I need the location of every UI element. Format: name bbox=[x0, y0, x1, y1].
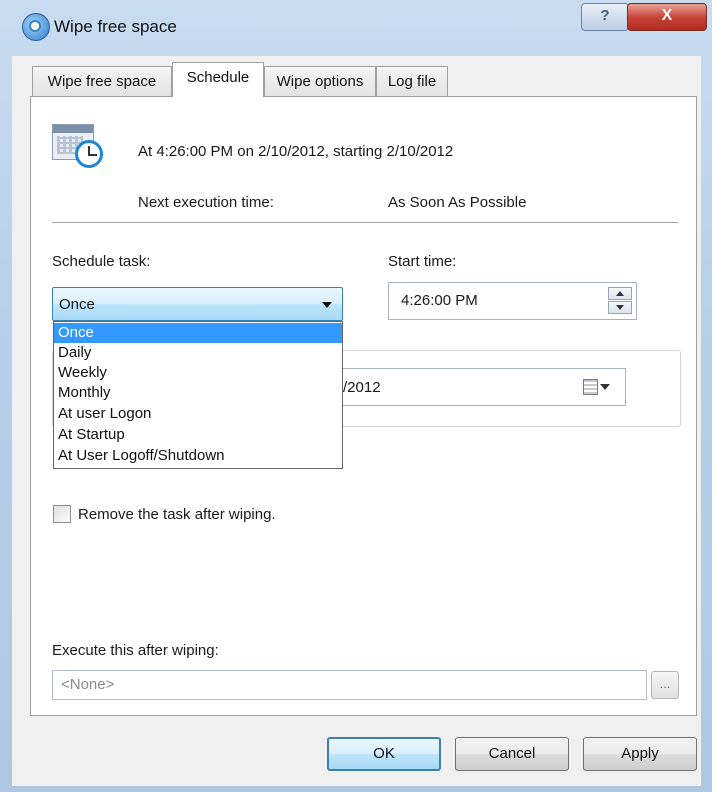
clock-icon bbox=[75, 140, 103, 168]
dropdown-option-at-startup[interactable]: At Startup bbox=[54, 425, 342, 445]
tab-wipe-free-space[interactable]: Wipe free space bbox=[32, 66, 172, 96]
dropdown-option-at-user-logoff[interactable]: At User Logoff/Shutdown bbox=[54, 446, 342, 466]
dropdown-option-at-user-logon[interactable]: At user Logon bbox=[54, 404, 342, 424]
next-execution-label: Next execution time: bbox=[138, 194, 274, 211]
start-time-value: 4:26:00 PM bbox=[401, 292, 478, 309]
next-execution-value: As Soon As Possible bbox=[388, 194, 527, 211]
dropdown-option-monthly[interactable]: Monthly bbox=[54, 383, 342, 403]
spin-down-icon[interactable] bbox=[608, 301, 632, 314]
start-time-spinner[interactable] bbox=[608, 287, 632, 315]
title-bar[interactable]: Wipe free space ? X bbox=[0, 0, 712, 56]
dropdown-option-weekly[interactable]: Weekly bbox=[54, 363, 342, 383]
spin-up-icon[interactable] bbox=[608, 287, 632, 300]
tab-log-file[interactable]: Log file bbox=[376, 66, 448, 96]
browse-button[interactable]: ... bbox=[651, 671, 679, 699]
start-date-picker[interactable]: /2012 bbox=[330, 368, 626, 406]
start-date-value: /2012 bbox=[343, 379, 381, 396]
ok-button[interactable]: OK bbox=[327, 737, 441, 771]
help-button[interactable]: ? bbox=[581, 3, 629, 31]
start-time-input[interactable]: 4:26:00 PM bbox=[388, 282, 637, 320]
execute-after-placeholder: <None> bbox=[61, 676, 115, 693]
separator bbox=[52, 222, 678, 223]
dropdown-option-once[interactable]: Once bbox=[54, 323, 342, 343]
dropdown-option-daily[interactable]: Daily bbox=[54, 343, 342, 363]
chevron-down-icon[interactable] bbox=[322, 302, 332, 308]
cancel-button[interactable]: Cancel bbox=[455, 737, 569, 771]
schedule-task-dropdown-list: Once Daily Weekly Monthly At user Logon … bbox=[53, 321, 343, 469]
tab-wipe-options[interactable]: Wipe options bbox=[264, 66, 376, 96]
schedule-task-combobox[interactable]: Once bbox=[52, 287, 343, 321]
app-icon bbox=[22, 13, 50, 41]
remove-task-checkbox[interactable] bbox=[53, 505, 71, 523]
schedule-summary: At 4:26:00 PM on 2/10/2012, starting 2/1… bbox=[138, 143, 454, 160]
tab-schedule[interactable]: Schedule bbox=[172, 62, 264, 97]
apply-button[interactable]: Apply bbox=[583, 737, 697, 771]
schedule-task-selected: Once bbox=[59, 296, 95, 313]
execute-after-input[interactable]: <None> bbox=[52, 670, 647, 700]
calendar-dropdown-icon[interactable] bbox=[583, 377, 613, 397]
window-title: Wipe free space bbox=[54, 17, 177, 36]
start-time-label: Start time: bbox=[388, 253, 457, 270]
schedule-task-label: Schedule task: bbox=[52, 253, 151, 270]
remove-task-label[interactable]: Remove the task after wiping. bbox=[78, 506, 276, 523]
execute-after-label: Execute this after wiping: bbox=[52, 642, 219, 659]
close-button[interactable]: X bbox=[627, 3, 707, 31]
